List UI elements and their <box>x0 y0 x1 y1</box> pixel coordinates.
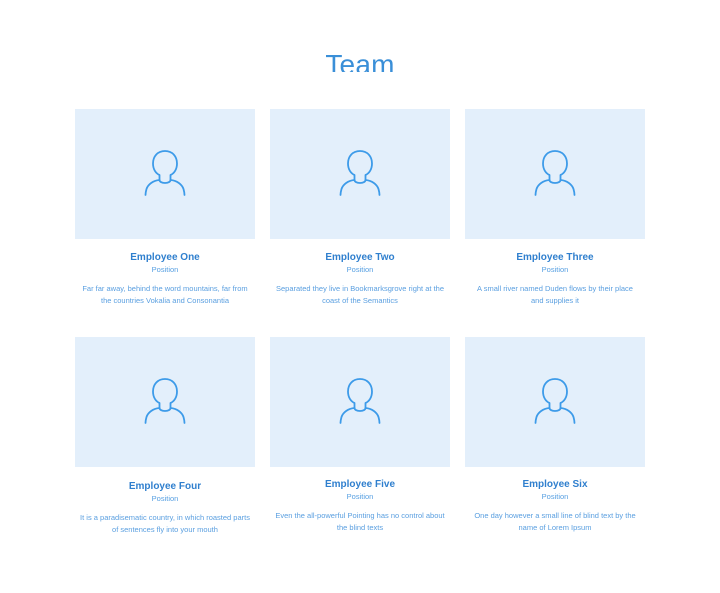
person-icon <box>525 370 585 435</box>
employee-name: Employee Four <box>128 481 202 492</box>
employee-card-6: Employee Six Position One day however a … <box>465 337 645 534</box>
employee-position: Position <box>151 265 179 274</box>
person-icon <box>135 142 195 207</box>
employee-card-1: Employee One Position Far far away, behi… <box>75 109 255 307</box>
person-icon <box>330 370 390 435</box>
person-icon <box>330 142 390 207</box>
employee-photo-placeholder <box>270 337 450 467</box>
team-section-header: Team <box>0 48 720 72</box>
employee-bio: Separated they live in Bookmarksgrove ri… <box>275 284 444 305</box>
employee-bio: A small river named Duden flows by their… <box>477 284 633 305</box>
employee-bio: Far far away, behind the word mountains,… <box>82 284 248 305</box>
person-icon <box>135 370 195 435</box>
employee-name: Employee One <box>130 252 200 263</box>
page-title: Team <box>325 49 395 72</box>
employee-card-2: Employee Two Position Separated they liv… <box>270 109 450 307</box>
employee-photo-placeholder <box>75 109 255 239</box>
employee-bio: It is a paradisematic country, in which … <box>80 513 250 534</box>
employee-name: Employee Two <box>325 252 395 263</box>
employee-card-5: Employee Five Position Even the all-powe… <box>270 337 450 534</box>
employee-photo-placeholder <box>270 109 450 239</box>
employee-card-4: Employee Four Position It is a paradisem… <box>75 337 255 536</box>
employee-position: Position <box>151 494 179 503</box>
employee-bio: Even the all-powerful Pointing has no co… <box>275 511 445 532</box>
person-icon <box>525 142 585 207</box>
employee-bio: One day however a small line of blind te… <box>474 511 636 532</box>
team-page: Team Employee One Position Far far away,… <box>0 0 720 593</box>
employee-position: Position <box>346 265 374 274</box>
employee-position: Position <box>346 492 374 501</box>
employee-position: Position <box>541 492 569 501</box>
employee-name: Employee Six <box>522 479 588 490</box>
employee-name: Employee Three <box>516 252 594 263</box>
employee-position: Position <box>541 265 569 274</box>
employee-name: Employee Five <box>324 479 396 490</box>
employee-photo-placeholder <box>75 337 255 467</box>
employee-photo-placeholder <box>465 109 645 239</box>
employee-card-3: Employee Three Position A small river na… <box>465 109 645 307</box>
employee-photo-placeholder <box>465 337 645 467</box>
